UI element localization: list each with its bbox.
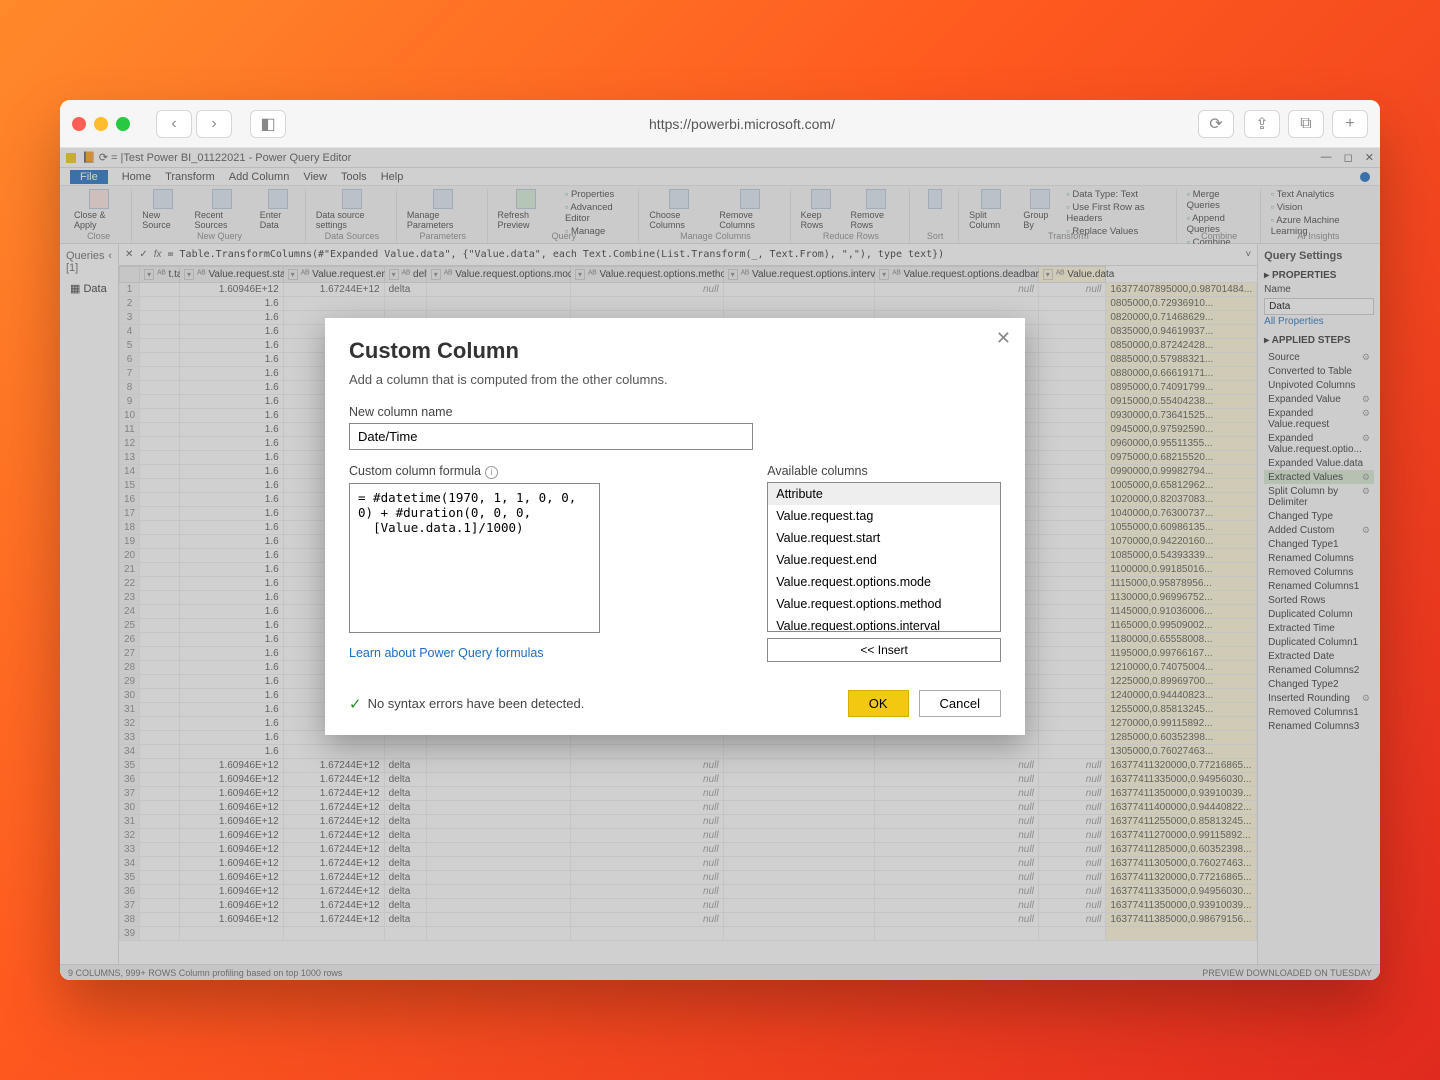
cancel-button[interactable]: Cancel <box>919 690 1001 717</box>
custom-column-dialog: ✕ Custom Column Add a column that is com… <box>325 318 1025 735</box>
available-column-item[interactable]: Value.request.tag <box>768 505 1000 527</box>
browser-titlebar: ‹ › ◧ https://powerbi.microsoft.com/ ⟳ ⇪… <box>60 100 1380 148</box>
available-column-item[interactable]: Value.request.end <box>768 549 1000 571</box>
formula-label: Custom column formulai <box>349 464 753 479</box>
info-icon[interactable]: i <box>485 466 498 479</box>
available-columns-label: Available columns <box>767 464 1001 478</box>
available-column-item[interactable]: Value.request.options.interval <box>768 615 1000 632</box>
dialog-title: Custom Column <box>349 338 1001 364</box>
forward-button[interactable]: › <box>196 110 232 138</box>
maximize-window-icon[interactable] <box>116 117 130 131</box>
new-tab-button[interactable]: + <box>1332 110 1368 138</box>
back-button[interactable]: ‹ <box>156 110 192 138</box>
check-icon: ✓ <box>349 695 362 713</box>
traffic-lights <box>72 117 130 131</box>
available-column-item[interactable]: Attribute <box>768 483 1000 505</box>
formula-textarea[interactable] <box>349 483 600 633</box>
close-window-icon[interactable] <box>72 117 86 131</box>
url-bar[interactable]: https://powerbi.microsoft.com/ <box>336 116 1148 132</box>
tabs-icon[interactable]: ⧉ <box>1288 110 1324 138</box>
browser-content: 📙 ⟳ = | Test Power BI_01122021 - Power Q… <box>60 148 1380 980</box>
reload-button[interactable]: ⟳ <box>1198 110 1234 138</box>
ok-button[interactable]: OK <box>848 690 909 717</box>
insert-button[interactable]: << Insert <box>767 638 1001 662</box>
available-column-item[interactable]: Value.request.options.mode <box>768 571 1000 593</box>
available-columns-list[interactable]: AttributeValue.request.tagValue.request.… <box>767 482 1001 632</box>
dialog-subtitle: Add a column that is computed from the o… <box>349 372 1001 387</box>
sidebar-toggle-icon[interactable]: ◧ <box>250 110 286 138</box>
new-column-name-label: New column name <box>349 405 1001 419</box>
new-column-name-input[interactable] <box>349 423 753 450</box>
available-column-item[interactable]: Value.request.options.method <box>768 593 1000 615</box>
learn-link[interactable]: Learn about Power Query formulas <box>349 646 544 660</box>
syntax-status: ✓ No syntax errors have been detected. <box>349 695 584 713</box>
dialog-close-icon[interactable]: ✕ <box>996 328 1011 349</box>
minimize-window-icon[interactable] <box>94 117 108 131</box>
share-icon[interactable]: ⇪ <box>1244 110 1280 138</box>
browser-window: ‹ › ◧ https://powerbi.microsoft.com/ ⟳ ⇪… <box>60 100 1380 980</box>
available-column-item[interactable]: Value.request.start <box>768 527 1000 549</box>
